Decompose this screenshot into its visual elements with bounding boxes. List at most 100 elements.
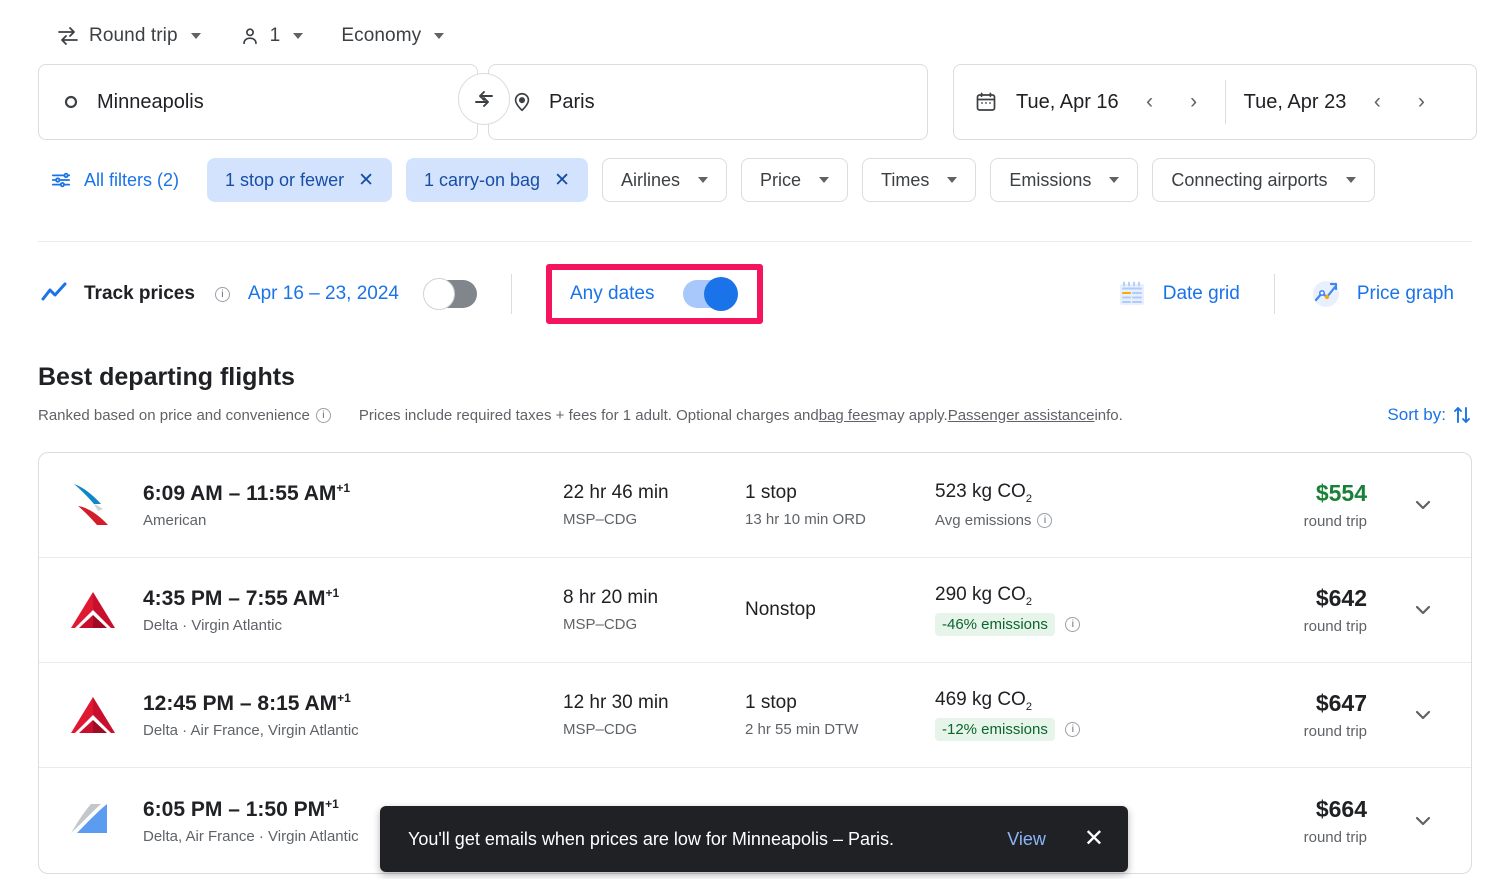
- filter-chip-airlines-label: Airlines: [621, 170, 680, 191]
- info-icon[interactable]: i: [1037, 513, 1052, 528]
- all-filters-button[interactable]: All filters (2): [50, 169, 179, 191]
- status-badge: -12% emissions: [935, 718, 1055, 741]
- return-date-group: Tue, Apr 23 ‹ ›: [1244, 89, 1435, 115]
- depart-date-value: Tue, Apr 16: [1016, 91, 1119, 114]
- info-icon[interactable]: i: [215, 287, 230, 302]
- sort-by-button[interactable]: Sort by:: [1387, 404, 1472, 426]
- filter-chip-carryon[interactable]: 1 carry-on bag ✕: [406, 158, 588, 202]
- close-icon[interactable]: ✕: [1084, 827, 1104, 851]
- swap-arrows-icon: [56, 24, 80, 48]
- filter-chip-stops[interactable]: 1 stop or fewer ✕: [207, 158, 392, 202]
- flight-emissions-badge-wrap: -12% emissions i: [935, 713, 1205, 741]
- chevron-down-icon: [1411, 703, 1435, 727]
- filter-chip-connecting-airports-label: Connecting airports: [1171, 170, 1327, 191]
- page-title: Best departing flights: [38, 363, 295, 392]
- destination-input[interactable]: Paris: [488, 64, 928, 140]
- close-icon[interactable]: ✕: [554, 171, 570, 190]
- prices-note-b: may apply.: [876, 407, 947, 424]
- price-graph-button[interactable]: Price graph: [1295, 277, 1468, 311]
- filter-chip-emissions-label: Emissions: [1009, 170, 1091, 191]
- return-prev-day-button[interactable]: ‹: [1364, 89, 1390, 115]
- filter-chip-emissions[interactable]: Emissions: [990, 158, 1138, 202]
- cabin-class-selector[interactable]: Economy: [335, 18, 450, 54]
- flight-route: MSP–CDG: [563, 511, 745, 528]
- flight-price: $642: [1304, 585, 1367, 612]
- chevron-down-icon: [191, 33, 201, 39]
- flight-price-cell: $642 round trip: [1304, 585, 1401, 635]
- expand-flight-button[interactable]: [1401, 809, 1445, 833]
- calendar-icon: [974, 90, 998, 114]
- all-filters-label: All filters (2): [84, 170, 179, 191]
- chevron-down-icon: [698, 177, 708, 183]
- return-next-day-button[interactable]: ›: [1408, 89, 1434, 115]
- depart-date-group: Tue, Apr 16 ‹ ›: [1016, 89, 1207, 115]
- flight-airlines: American: [143, 512, 563, 529]
- table-row[interactable]: 12:45 PM – 8:15 AM+1 Delta · Air France,…: [39, 663, 1471, 768]
- filter-chip-stops-label: 1 stop or fewer: [225, 170, 344, 191]
- trip-type-selector[interactable]: Round trip: [50, 18, 207, 54]
- chevron-down-icon: [1411, 493, 1435, 517]
- info-icon[interactable]: i: [316, 408, 331, 423]
- depart-next-day-button[interactable]: ›: [1181, 89, 1207, 115]
- date-grid-button[interactable]: Date grid: [1101, 277, 1254, 311]
- chevron-down-icon: [1411, 598, 1435, 622]
- filter-chip-times[interactable]: Times: [862, 158, 976, 202]
- bag-fees-link[interactable]: bag fees: [819, 407, 877, 424]
- flight-stops: 1 stop: [745, 692, 935, 714]
- passengers-count: 1: [270, 25, 281, 47]
- trip-options-bar: Round trip 1 Economy: [0, 0, 1500, 58]
- toggle-knob: [423, 278, 455, 310]
- chevron-down-icon: [434, 33, 444, 39]
- origin-input[interactable]: Minneapolis: [38, 64, 478, 140]
- flight-emissions-cell: 469 kg CO2 -12% emissions i: [935, 689, 1205, 741]
- passengers-selector[interactable]: 1: [233, 18, 310, 54]
- expand-flight-button[interactable]: [1401, 703, 1445, 727]
- info-icon[interactable]: i: [1065, 617, 1080, 632]
- flight-price: $647: [1304, 690, 1367, 717]
- flight-stop-detail: 13 hr 10 min ORD: [745, 511, 935, 528]
- date-range-picker[interactable]: Tue, Apr 16 ‹ › Tue, Apr 23 ‹ ›: [953, 64, 1477, 140]
- flight-emissions-badge-wrap: -46% emissions i: [935, 608, 1205, 636]
- table-row[interactable]: 4:35 PM – 7:55 AM+1 Delta · Virgin Atlan…: [39, 558, 1471, 663]
- table-row[interactable]: 6:09 AM – 11:55 AM+1 American 22 hr 46 m…: [39, 453, 1471, 558]
- flight-emissions-cell: 523 kg CO2 Avg emissionsi: [935, 481, 1205, 529]
- flight-price-cell: $554 round trip: [1304, 480, 1401, 530]
- flight-time-cell: 6:09 AM – 11:55 AM+1 American: [143, 481, 563, 529]
- origin-value: Minneapolis: [97, 91, 204, 114]
- ranked-note: Ranked based on price and convenience: [38, 407, 310, 424]
- flight-co2: 290 kg CO2: [935, 584, 1205, 608]
- expand-flight-button[interactable]: [1401, 598, 1445, 622]
- chevron-down-icon: [1346, 177, 1356, 183]
- passenger-assistance-link[interactable]: Passenger assistance: [948, 407, 1095, 424]
- delta-logo: [67, 691, 143, 739]
- track-dates-toggle[interactable]: [425, 280, 477, 308]
- flight-price-sub: round trip: [1304, 618, 1367, 635]
- chevron-down-icon: [293, 33, 303, 39]
- location-pin-icon: [511, 91, 533, 113]
- flight-duration-cell: 8 hr 20 min MSP–CDG: [563, 587, 745, 633]
- filter-chip-airlines[interactable]: Airlines: [602, 158, 727, 202]
- return-date-value: Tue, Apr 23: [1244, 91, 1347, 114]
- swap-icon: [472, 87, 496, 111]
- flight-route: MSP–CDG: [563, 721, 745, 738]
- date-grid-icon: [1115, 277, 1149, 311]
- swap-origin-destination-button[interactable]: [458, 73, 510, 125]
- info-icon[interactable]: i: [1065, 722, 1080, 737]
- depart-prev-day-button[interactable]: ‹: [1137, 89, 1163, 115]
- expand-flight-button[interactable]: [1401, 493, 1445, 517]
- flight-times: 6:09 AM – 11:55 AM+1: [143, 481, 563, 506]
- filter-chip-price[interactable]: Price: [741, 158, 848, 202]
- any-dates-highlight: Any dates: [546, 264, 763, 324]
- trend-line-icon: [40, 282, 70, 306]
- status-badge: -46% emissions: [935, 613, 1055, 636]
- any-dates-toggle[interactable]: [683, 280, 735, 308]
- flight-stops-cell: 1 stop 13 hr 10 min ORD: [745, 482, 935, 528]
- toast-view-button[interactable]: View: [993, 829, 1060, 850]
- flight-co2: 523 kg CO2: [935, 481, 1205, 505]
- flight-time-cell: 12:45 PM – 8:15 AM+1 Delta · Air France,…: [143, 691, 563, 739]
- track-prices-bar: Track prices i Apr 16 – 23, 2024 Any dat…: [0, 262, 1500, 326]
- destination-value: Paris: [549, 91, 595, 114]
- flight-times: 12:45 PM – 8:15 AM+1: [143, 691, 563, 716]
- filter-chip-connecting-airports[interactable]: Connecting airports: [1152, 158, 1374, 202]
- close-icon[interactable]: ✕: [358, 171, 374, 190]
